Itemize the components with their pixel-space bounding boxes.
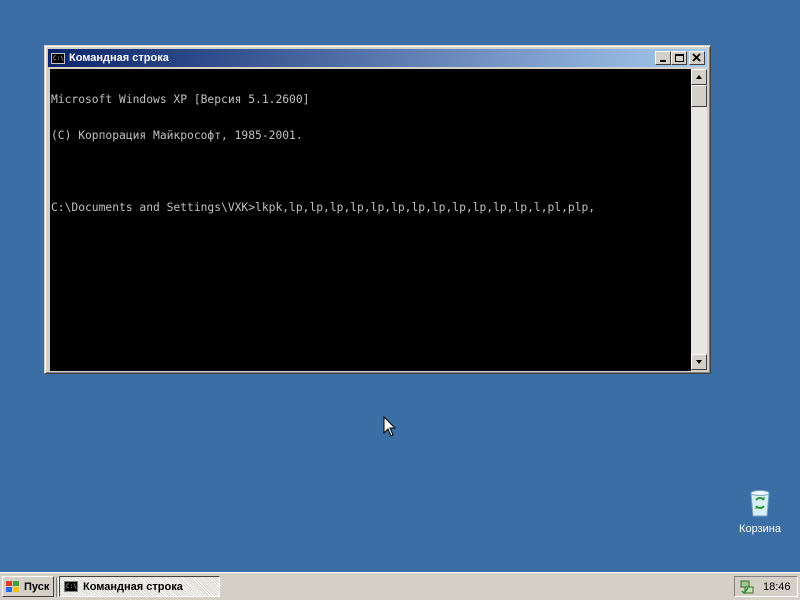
scroll-up-button[interactable] (691, 69, 707, 85)
maximize-button[interactable] (671, 51, 687, 65)
scroll-down-button[interactable] (691, 354, 707, 370)
start-label: Пуск (24, 580, 50, 593)
recycle-bin[interactable]: Корзина (730, 487, 790, 535)
mouse-cursor-icon (383, 416, 397, 437)
taskbar-button-label: Командная строка (83, 580, 183, 593)
arrow-down-icon (696, 360, 702, 364)
window-controls (655, 51, 705, 65)
system-tray: 18:46 (734, 576, 798, 597)
recycle-bin-label: Корзина (739, 523, 781, 535)
minimize-icon (660, 60, 666, 62)
clock[interactable]: 18:46 (763, 581, 791, 593)
vertical-scrollbar[interactable] (691, 69, 707, 370)
window-titlebar[interactable]: C:\ Командная строка (48, 49, 707, 67)
console-line: (С) Корпорация Майкрософт, 1985-2001. (51, 129, 303, 142)
desktop: C:\ Командная строка Microsoft Windows X… (0, 0, 800, 572)
console-icon[interactable]: C:\ (51, 52, 65, 64)
console-output[interactable]: Microsoft Windows XP [Версия 5.1.2600] (… (50, 69, 691, 371)
maximize-icon (675, 54, 684, 62)
scroll-thumb[interactable] (691, 85, 707, 107)
console-prompt-line: C:\Documents and Settings\VXK>lkpk,lp,lp… (51, 201, 596, 214)
taskbar-button-console[interactable]: C:\ Командная строка (59, 576, 220, 597)
taskbar: Пуск C:\ Командная строка 18:46 (0, 572, 800, 600)
minimize-button[interactable] (655, 51, 671, 65)
console-window[interactable]: C:\ Командная строка Microsoft Windows X… (44, 45, 711, 374)
window-title: Командная строка (69, 52, 169, 64)
close-icon (692, 53, 701, 62)
windows-logo-icon (6, 580, 19, 592)
start-button[interactable]: Пуск (2, 576, 54, 597)
console-line: Microsoft Windows XP [Версия 5.1.2600] (51, 93, 310, 106)
console-icon: C:\ (64, 581, 78, 592)
arrow-up-icon (696, 75, 702, 79)
recycle-bin-icon (750, 490, 770, 517)
close-button[interactable] (689, 51, 705, 65)
network-icon[interactable] (739, 579, 755, 595)
